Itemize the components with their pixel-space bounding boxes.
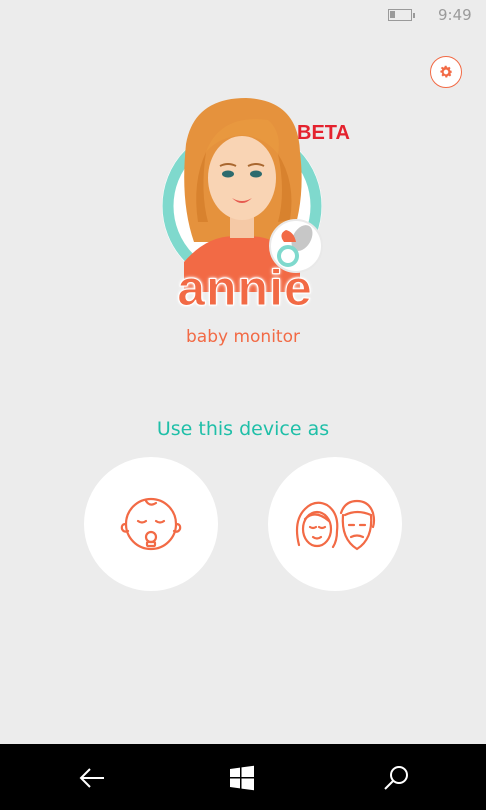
parents-faces-icon — [295, 499, 376, 551]
clock: 9:49 — [438, 6, 472, 24]
battery-icon — [388, 9, 415, 21]
windows-icon — [230, 765, 254, 791]
baby-station-button[interactable] — [84, 457, 218, 591]
status-bar: 9:49 — [0, 0, 486, 32]
device-role-prompt: Use this device as — [156, 418, 330, 440]
beta-badge: BETA — [297, 122, 350, 144]
app-subtitle: baby monitor — [186, 327, 300, 347]
system-nav-bar — [0, 744, 486, 810]
start-button[interactable] — [226, 762, 258, 794]
gear-icon — [440, 65, 453, 78]
back-button[interactable] — [76, 762, 108, 794]
baby-face-icon — [120, 497, 182, 551]
parent-station-button[interactable] — [268, 457, 402, 591]
search-icon — [384, 766, 408, 790]
settings-button[interactable] — [430, 56, 462, 88]
back-arrow-icon — [79, 768, 104, 788]
app-wordmark: annie — [177, 260, 313, 317]
search-button[interactable] — [380, 762, 412, 794]
